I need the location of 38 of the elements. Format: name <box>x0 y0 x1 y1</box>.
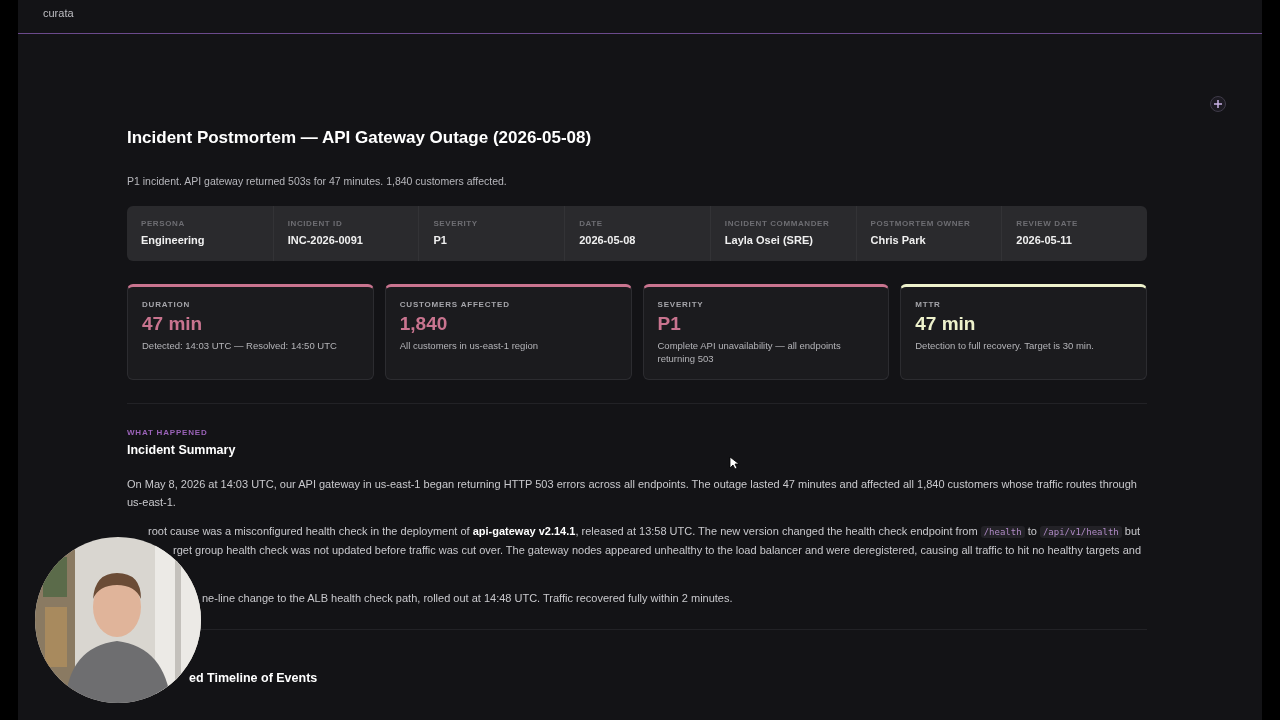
meta-value: 2026-05-08 <box>579 234 637 246</box>
meta-value: Layla Osei (SRE) <box>724 234 814 246</box>
stat-value: 47 min <box>915 313 977 335</box>
meta-label: POSTMORTEM OWNER <box>870 219 972 228</box>
summary-paragraph: On May 8, 2026 at 14:03 UTC, our API gateway in us-east-1 began returning HTTP 503 errors across all endpoints. The outage lasted 47 minutes and affected all 1,840 customers whose traffic routes through us-east-1. <box>127 477 1138 510</box>
brand-name: curata <box>43 6 74 19</box>
stat-label: CUSTOMERS AFFECTED <box>399 300 511 309</box>
stat-label: MTTR <box>915 300 942 309</box>
stat-value: P1 <box>657 313 682 335</box>
stat-value: 1,840 <box>399 313 449 335</box>
meta-value: 2026-05-11 <box>1016 234 1073 246</box>
stat-note: Detected: 14:03 UTC — Resolved: 14:50 UTC <box>142 339 338 352</box>
meta-value: Chris Park <box>870 234 927 246</box>
meta-value: P1 <box>433 234 448 246</box>
stat-note: Complete API unavailability — all endpoints returning 503 <box>657 339 842 365</box>
stat-note: Detection to full recovery. Target is 30 min. <box>915 339 1095 352</box>
meta-label: PERSONA <box>141 219 186 228</box>
section-heading: Incident Summary <box>127 443 237 457</box>
meta-label: INCIDENT COMMANDER <box>724 219 831 228</box>
stat-value: 47 min <box>142 313 204 335</box>
page-title: Incident Postmortem — API Gateway Outage (2026-05-08) <box>127 128 593 148</box>
meta-label: INCIDENT ID <box>287 219 344 228</box>
add-icon[interactable] <box>1210 96 1226 112</box>
meta-label: DATE <box>579 219 604 228</box>
summary-text: rget group health check was not updated before traffic was cut over. The gateway nodes appeared unhealthy to the load balancer and were deregistered, causing all traffic to hit no healthy targets and <box>173 543 1143 558</box>
meta-value: Engineering <box>141 234 206 246</box>
stat-label: DURATION <box>142 300 192 309</box>
meta-value: INC-2026-0091 <box>287 234 364 246</box>
stat-note: All customers in us-east-1 region <box>399 339 540 352</box>
meta-label: REVIEW DATE <box>1016 219 1079 228</box>
meta-label: SEVERITY <box>433 219 479 228</box>
section-heading: ed Timeline of Events <box>189 671 319 685</box>
summary-text: ne-line change to the ALB health check path, rolled out at 14:48 UTC. Traffic recovered fully within 2 minutes. <box>202 591 734 606</box>
cursor-icon <box>729 456 739 470</box>
stat-label: SEVERITY <box>657 300 705 309</box>
page-subtitle: P1 incident. API gateway returned 503s for 47 minutes. 1,840 customers affected. <box>127 175 508 187</box>
summary-text: root cause was a misconfigured health check in the deployment of api-gateway v2.14.1, released at 13:58 UTC. The new version changed the health check endpoint from /health to /api/v1/health but <box>148 524 1142 540</box>
section-eyebrow: WHAT HAPPENED <box>127 428 209 437</box>
